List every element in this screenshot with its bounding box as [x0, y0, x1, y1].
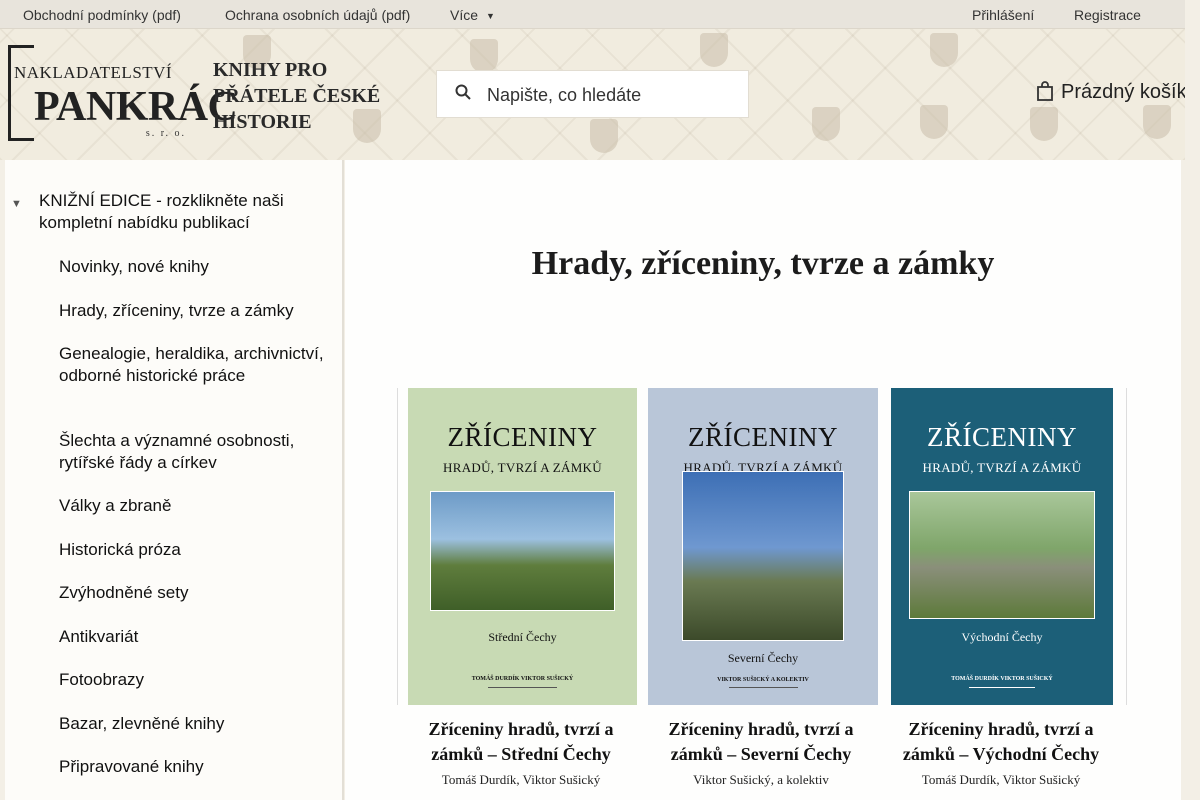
shield-decoration-icon [470, 39, 498, 73]
cover-authors: VIKTOR SUŠICKÝ A KOLEKTIV [717, 677, 809, 683]
book-cover[interactable]: ZŘÍCENINY HRADŮ, TVRZÍ A ZÁMKŮ Střední Č… [408, 388, 637, 705]
sidebar-item-nobility[interactable]: Šlechta a významné osobnosti, rytířské ř… [59, 430, 324, 473]
cover-region: Východní Čechy [961, 630, 1043, 644]
privacy-link[interactable]: Ochrana osobních údajů (pdf) [225, 7, 410, 23]
register-link[interactable]: Registrace [1074, 7, 1141, 23]
book-title-link[interactable]: Zříceniny hradů, tvrzí a zámků – Střední… [411, 717, 631, 767]
cover-title: ZŘÍCENINY [447, 422, 598, 452]
cover-title: ZŘÍCENINY [688, 422, 838, 452]
book-title-link[interactable]: Zříceniny hradů, tvrzí a zámků – Severní… [651, 717, 871, 767]
sidebar-item-historical-prose[interactable]: Historická próza [59, 539, 324, 561]
sidebar-item-wars[interactable]: Války a zbraně [59, 495, 324, 517]
shield-decoration-icon [1030, 107, 1058, 141]
category-sidebar: ▼ KNIŽNÍ EDICE - rozklikněte naši komple… [5, 160, 344, 800]
chevron-down-icon: ▼ [486, 11, 495, 21]
site-header: NAKLADATELSTVÍ PANKRÁC s. r. o. KNIHY PR… [0, 29, 1185, 160]
sidebar-heading-label: KNIŽNÍ EDICE - rozklikněte naši kompletn… [39, 191, 284, 232]
cover-divider [968, 687, 1036, 688]
terms-link[interactable]: Obchodní podmínky (pdf) [23, 7, 181, 23]
sidebar-item-bazaar[interactable]: Bazar, zlevněné knihy [59, 713, 324, 735]
logo-big-text: PANKRÁC [34, 84, 238, 130]
shield-decoration-icon [1143, 105, 1171, 139]
sidebar-item-news[interactable]: Novinky, nové knihy [59, 256, 324, 278]
top-utility-bar: Obchodní podmínky (pdf) Ochrana osobních… [0, 0, 1185, 29]
more-label: Více [450, 7, 479, 23]
search-box[interactable] [436, 70, 749, 118]
more-menu[interactable]: Více ▼ [450, 7, 495, 23]
logo-small-text: NAKLADATELSTVÍ [14, 63, 173, 82]
chevron-down-icon: ▼ [11, 198, 22, 210]
main-content: Hrady, zříceniny, tvrze a zámky ZŘÍCENIN… [345, 160, 1181, 800]
cover-photo-castle [682, 471, 844, 641]
shield-decoration-icon [920, 105, 948, 139]
cover-photo-castle [430, 491, 615, 611]
book-cover[interactable]: ZŘÍCENINY HRADŮ, TVRZÍ A ZÁMKŮ Východní … [891, 388, 1113, 705]
sidebar-item-genealogy[interactable]: Genealogie, heraldika, archivnictví, odb… [59, 343, 324, 386]
shopping-bag-icon [1037, 81, 1053, 101]
book-carousel: ZŘÍCENINY HRADŮ, TVRZÍ A ZÁMKŮ Střední Č… [397, 388, 1127, 705]
cover-authors: TOMÁŠ DURDÍK VIKTOR SUŠICKÝ [471, 676, 574, 682]
cover-photo-castle [909, 491, 1095, 619]
cover-authors: TOMÁŠ DURDÍK VIKTOR SUŠICKÝ [951, 676, 1053, 682]
shield-decoration-icon [930, 33, 958, 67]
logo-frame [8, 45, 34, 141]
logo-sro-text: s. r. o. [145, 128, 186, 139]
search-icon[interactable] [455, 84, 471, 100]
sidebar-item-castles[interactable]: Hrady, zříceniny, tvrze a zámky [59, 300, 324, 322]
sidebar-item-antiquariat[interactable]: Antikvariát [59, 626, 324, 648]
cover-title: ZŘÍCENINY [927, 422, 1077, 452]
sidebar-item-discount-sets[interactable]: Zvýhodněné sety [59, 582, 324, 604]
book-authors: Tomáš Durdík, Viktor Sušický [441, 772, 601, 787]
shield-decoration-icon [590, 119, 618, 153]
sidebar-item-photo-pictures[interactable]: Fotoobrazy [59, 669, 324, 691]
search-input[interactable] [487, 81, 737, 109]
cover-region: Severní Čechy [727, 651, 799, 665]
cover-divider [488, 687, 557, 688]
cart-button[interactable]: Prázdný košík [1037, 81, 1185, 104]
book-authors: Tomáš Durdík, Viktor Sušický [921, 772, 1081, 787]
login-link[interactable]: Přihlášení [972, 7, 1034, 23]
publisher-logo[interactable]: NAKLADATELSTVÍ PANKRÁC s. r. o. [8, 45, 238, 141]
cover-subtitle: HRADŮ, TVRZÍ A ZÁMKŮ [443, 460, 602, 475]
cart-label: Prázdný košík [1061, 81, 1185, 103]
shield-decoration-icon [812, 107, 840, 141]
book-authors: Viktor Sušický, a kolektiv [693, 772, 829, 787]
sidebar-item-upcoming[interactable]: Připravované knihy [59, 756, 324, 778]
shield-decoration-icon [700, 33, 728, 67]
header-slogan: KNIHY PRO PŘÁTELE ČESKÉ HISTORIE [213, 59, 381, 133]
book-title-link[interactable]: Zříceniny hradů, tvrzí a zámků – Východn… [891, 717, 1111, 767]
book-cover[interactable]: ZŘÍCENINY HRADŮ, TVRZÍ A ZÁMKŮ Severní Č… [648, 388, 878, 705]
cover-region: Střední Čechy [488, 630, 557, 644]
cover-subtitle: HRADŮ, TVRZÍ A ZÁMKŮ [922, 460, 1082, 475]
page-title: Hrady, zříceniny, tvrze a zámky [531, 245, 995, 282]
cover-divider [728, 687, 798, 688]
